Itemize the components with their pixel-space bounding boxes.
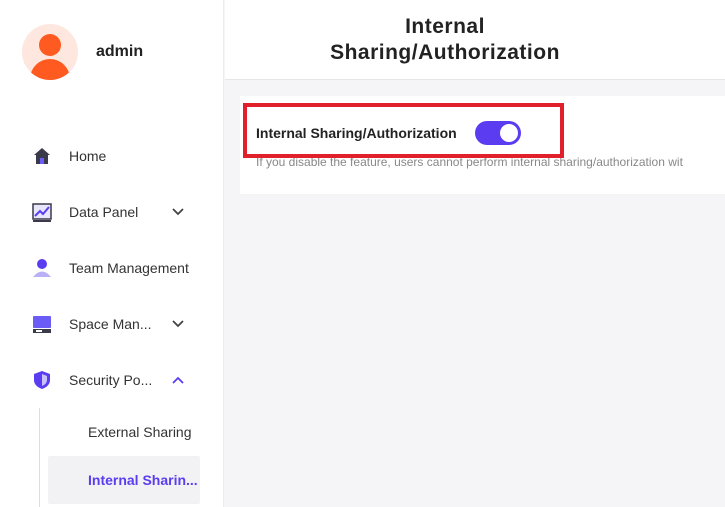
setting-label: Internal Sharing/Authorization <box>256 125 457 141</box>
security-submenu: External Sharing Internal Sharin... <box>0 408 224 507</box>
sidebar: admin Home Data Panel Team Management Sp… <box>0 0 224 507</box>
sidebar-nav: Home Data Panel Team Management Space Ma… <box>0 128 224 507</box>
sidebar-item-label: Security Po... <box>69 372 153 388</box>
avatar-head <box>39 34 61 56</box>
user-profile[interactable]: admin <box>22 24 143 80</box>
chevron-down-icon[interactable] <box>172 319 184 329</box>
home-icon <box>32 146 52 166</box>
chevron-up-icon[interactable] <box>172 375 184 385</box>
sidebar-item-label: Space Man... <box>69 316 152 332</box>
toggle-knob <box>499 124 518 142</box>
storage-icon <box>32 314 52 334</box>
username: admin <box>96 43 144 60</box>
sidebar-item-label: Team Management <box>69 260 189 276</box>
sidebar-item-space-management[interactable]: Space Man... <box>0 296 224 352</box>
shield-icon <box>32 370 52 390</box>
sidebar-item-label: Data Panel <box>69 204 139 220</box>
setting-description: If you disable the feature, users cannot… <box>256 155 683 169</box>
chevron-down-icon[interactable] <box>172 207 184 217</box>
sidebar-subitem-internal-sharing[interactable]: Internal Sharin... <box>48 456 200 504</box>
app-window: admin Home Data Panel Team Management Sp… <box>0 0 725 507</box>
sidebar-subitem-external-sharing[interactable]: External Sharing <box>0 408 224 456</box>
settings-panel: Internal Sharing/Authorization If you di… <box>240 96 725 194</box>
sidebar-item-security-policy[interactable]: Security Po... <box>0 352 224 408</box>
page-title: Internal Sharing/Authorization <box>330 15 560 64</box>
sidebar-item-team-management[interactable]: Team Management <box>0 240 224 296</box>
page-header: Internal Sharing/Authorization <box>225 0 725 80</box>
setting-row: Internal Sharing/Authorization <box>256 121 521 145</box>
sidebar-item-home[interactable]: Home <box>0 128 224 184</box>
submenu-guide-line <box>39 408 40 507</box>
user-icon <box>32 258 52 278</box>
sidebar-item-data-panel[interactable]: Data Panel <box>0 184 224 240</box>
chart-icon <box>32 202 52 222</box>
internal-sharing-toggle[interactable] <box>474 121 521 145</box>
avatar-body <box>30 59 70 80</box>
sidebar-item-label: Home <box>69 148 107 164</box>
avatar[interactable] <box>22 24 78 80</box>
